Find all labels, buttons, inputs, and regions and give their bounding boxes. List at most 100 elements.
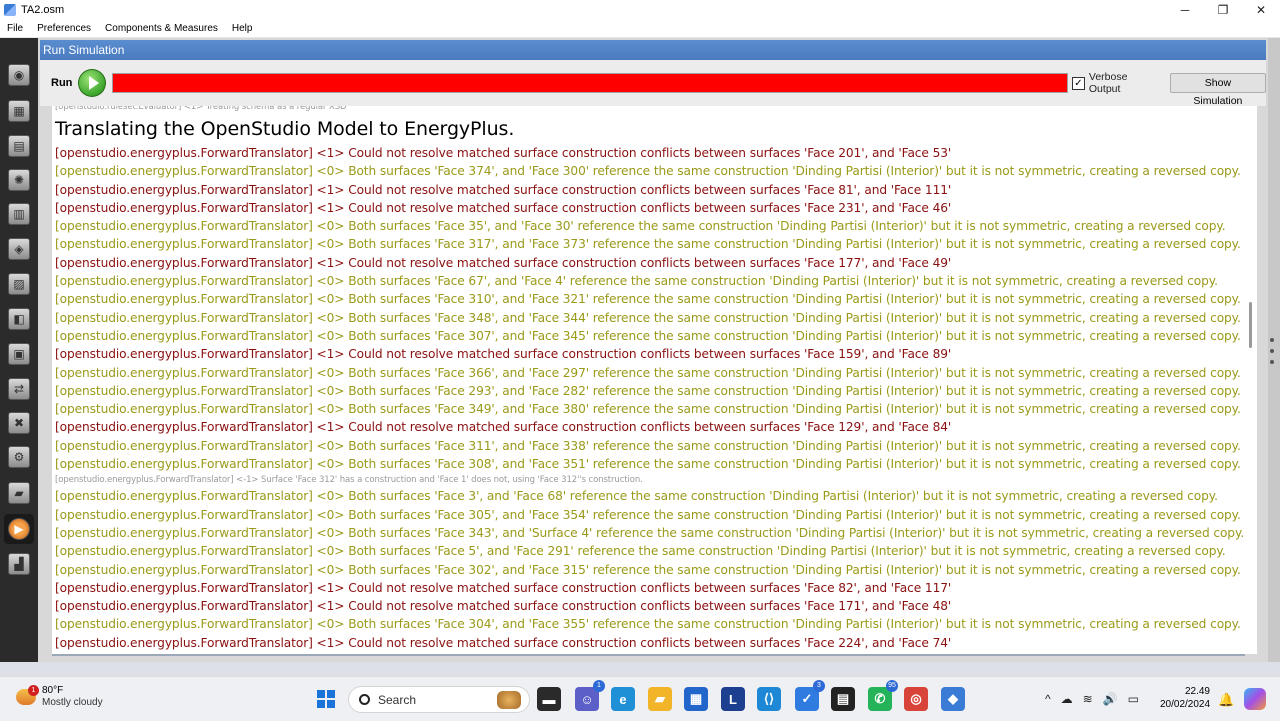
menu-preferences[interactable]: Preferences xyxy=(30,23,98,34)
wifi-icon[interactable]: ≋ xyxy=(1083,692,1093,706)
log-line: [openstudio.energyplus.ForwardTranslator… xyxy=(55,507,1241,522)
vscode-glyph: ⟨⟩ xyxy=(763,691,775,706)
sidebar-item-loads[interactable]: ✺ xyxy=(4,165,34,195)
sticky-notes-glyph: ▤ xyxy=(836,691,850,706)
log-line: [openstudio.ruleset.Evaluator] <1> Treat… xyxy=(55,106,347,112)
file-explorer-dark-icon[interactable]: ▬ xyxy=(537,687,561,711)
sidebar-item-run-simulation[interactable]: ▶ xyxy=(4,514,34,544)
progress-bar xyxy=(112,73,1068,93)
sidebar-item-thermal-zones[interactable]: ▣ xyxy=(4,339,34,369)
search-label: Search xyxy=(378,692,417,707)
scrollbar-thumb[interactable] xyxy=(1249,302,1252,348)
todo-icon[interactable]: ✓ 3 xyxy=(795,680,825,711)
verbose-output-checkbox[interactable]: ✓ xyxy=(1071,76,1085,90)
output-log[interactable]: [openstudio.ruleset.Evaluator] <1> Treat… xyxy=(52,106,1245,654)
system-tray: ^ ☁ ≋ 🔊 ▭ xyxy=(1040,677,1144,721)
verbose-output-label: Verbose Output xyxy=(1088,71,1128,95)
run-simulation-icon: ▶ xyxy=(8,518,30,540)
app-badge: 3 xyxy=(813,680,825,692)
log-line: [openstudio.energyplus.ForwardTranslator… xyxy=(55,274,1218,289)
vscode-icon[interactable]: ⟨⟩ xyxy=(757,687,781,711)
copilot-icon[interactable] xyxy=(1244,688,1266,710)
sidebar-item-schedules[interactable]: ▦ xyxy=(4,96,34,126)
whatsapp-glyph: ✆ xyxy=(874,691,886,706)
windows-start-icon[interactable] xyxy=(317,690,335,708)
constructions-icon: ▤ xyxy=(8,135,30,157)
whatsapp-icon[interactable]: ✆ 95 xyxy=(868,680,898,711)
run-button[interactable] xyxy=(78,69,107,97)
side-handle-icon[interactable] xyxy=(1270,338,1276,364)
log-line: [openstudio.energyplus.ForwardTranslator… xyxy=(55,383,1241,398)
output-bottom-border xyxy=(52,654,1245,656)
log-line: [openstudio.energyplus.ForwardTranslator… xyxy=(55,562,1241,577)
log-line: [openstudio.energyplus.ForwardTranslator… xyxy=(55,635,952,650)
log-line: [openstudio.energyplus.ForwardTranslator… xyxy=(55,617,1241,632)
show-hidden-icons-chevron-icon[interactable]: ^ xyxy=(1045,692,1051,706)
l-app-icon[interactable]: L xyxy=(721,687,745,711)
sidebar-item-geometry[interactable]: ◈ xyxy=(4,234,34,264)
cloud-sync-icon[interactable]: ☁ xyxy=(1061,692,1073,706)
volume-icon[interactable]: 🔊 xyxy=(1103,692,1118,706)
run-toolbar: Run ✓ Verbose Output Show Simulation xyxy=(40,60,1266,107)
weather-temperature: 80°F xyxy=(42,685,64,696)
sidebar-item-spaces[interactable]: ◧ xyxy=(4,304,34,334)
todo-glyph: ✓ xyxy=(801,691,813,706)
space-types-icon: ▥ xyxy=(8,203,30,225)
sidebar-item-output-variables[interactable]: ✖ xyxy=(4,408,34,438)
clock[interactable]: 22.49 20/02/2024 xyxy=(1160,685,1210,711)
log-line: [openstudio.energyplus.ForwardTranslator… xyxy=(55,200,952,215)
output-heading: Translating the OpenStudio Model to Ener… xyxy=(55,118,515,140)
sidebar-item-space-types[interactable]: ▥ xyxy=(4,199,34,229)
sidebar-item-results-summary[interactable]: ▟ xyxy=(4,549,34,579)
sidebar-item-simulation-settings[interactable]: ⚙ xyxy=(4,442,34,472)
log-line: [openstudio.energyplus.ForwardTranslator… xyxy=(55,164,1241,179)
sticky-notes-icon[interactable]: ▤ xyxy=(831,687,855,711)
weather-cloud-icon: 1 xyxy=(16,685,39,705)
sidebar-item-facility[interactable]: ▨ xyxy=(4,269,34,299)
sidebar-item-measures[interactable]: ▰ xyxy=(4,478,34,508)
log-line: [openstudio.energyplus.ForwardTranslator… xyxy=(55,402,1241,417)
window-controls: ─ ❐ ✕ xyxy=(1166,0,1280,20)
geometry-icon: ◈ xyxy=(8,238,30,260)
clock-date: 20/02/2024 xyxy=(1160,699,1211,710)
log-line: [openstudio.energyplus.ForwardTranslator… xyxy=(55,599,952,614)
notification-bell-icon[interactable]: 🔔 xyxy=(1218,692,1234,708)
teams-icon[interactable]: ☺ 1 xyxy=(575,680,605,711)
log-line: [openstudio.energyplus.ForwardTranslator… xyxy=(55,457,1241,472)
openstudio-app-icon xyxy=(4,4,16,16)
log-line: [openstudio.energyplus.ForwardTranslator… xyxy=(55,255,952,270)
log-line: [openstudio.energyplus.ForwardTranslator… xyxy=(55,525,1245,540)
weather-description: Mostly cloudy xyxy=(42,697,103,708)
log-line: [openstudio.energyplus.ForwardTranslator… xyxy=(55,292,1241,307)
verbose-output-toggle[interactable]: ✓ Verbose Output xyxy=(1071,71,1162,95)
simulation-settings-icon: ⚙ xyxy=(8,446,30,468)
menu-help[interactable]: Help xyxy=(225,23,260,34)
app-badge: 95 xyxy=(886,680,898,692)
output-scrollbar[interactable] xyxy=(1245,106,1257,654)
play-icon xyxy=(88,76,99,90)
chrome-icon[interactable]: ◎ xyxy=(904,687,928,711)
maximize-button[interactable]: ❐ xyxy=(1204,0,1242,20)
battery-icon[interactable]: ▭ xyxy=(1128,692,1139,706)
folder-icon[interactable]: ▰ xyxy=(648,687,672,711)
log-line: [openstudio.energyplus.ForwardTranslator… xyxy=(55,310,1241,325)
store-icon[interactable]: ▦ xyxy=(684,687,708,711)
taskbar-search[interactable]: Search xyxy=(348,686,530,713)
weather-widget[interactable]: 1 80°F Mostly cloudy xyxy=(16,685,103,709)
log-line: [openstudio.energyplus.ForwardTranslator… xyxy=(55,475,643,486)
sidebar-item-constructions[interactable]: ▤ xyxy=(4,131,34,161)
log-line: [openstudio.energyplus.ForwardTranslator… xyxy=(55,365,1241,380)
show-simulation-button[interactable]: Show Simulation xyxy=(1169,73,1266,107)
openstudio-glyph: ◆ xyxy=(948,691,958,706)
sidebar-item-site[interactable]: ◉ xyxy=(4,60,34,90)
close-button[interactable]: ✕ xyxy=(1242,0,1280,20)
sidebar-item-hvac-systems[interactable]: ⇄ xyxy=(4,374,34,404)
panel-header: Run Simulation xyxy=(40,40,1266,60)
menu-file[interactable]: File xyxy=(0,23,30,34)
output-log-content: [openstudio.ruleset.Evaluator] <1> Treat… xyxy=(55,106,1245,654)
window-bottom-strip xyxy=(0,662,1280,676)
edge-icon[interactable]: e xyxy=(611,687,635,711)
minimize-button[interactable]: ─ xyxy=(1166,0,1204,20)
menu-components-measures[interactable]: Components & Measures xyxy=(98,23,225,34)
openstudio-icon[interactable]: ◆ xyxy=(941,687,965,711)
